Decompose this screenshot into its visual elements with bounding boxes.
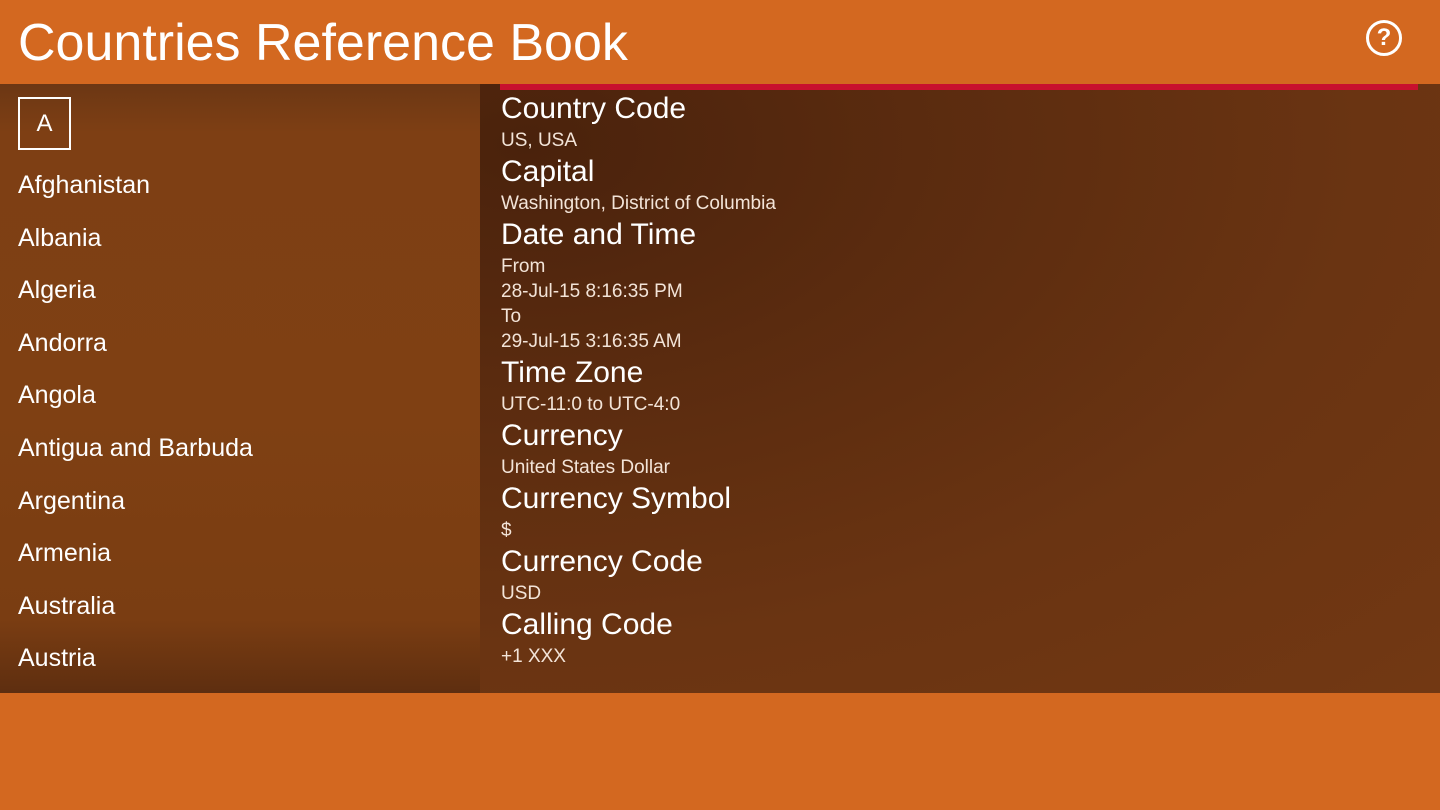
country-item[interactable]: Albania xyxy=(18,217,253,270)
country-item[interactable]: Antigua and Barbuda xyxy=(18,427,253,480)
time-zone-value: UTC-11:0 to UTC-4:0 xyxy=(501,394,681,415)
app-bar-footer xyxy=(0,693,1440,810)
date-to-label: To xyxy=(501,306,522,327)
detail-list: Country Code US, USA Capital Washington,… xyxy=(501,90,776,669)
currency-code-label: Currency Code xyxy=(501,545,703,578)
country-item[interactable]: Argentina xyxy=(18,480,253,533)
country-item[interactable]: Andorra xyxy=(18,322,253,375)
country-item[interactable]: Armenia xyxy=(18,532,253,585)
country-list-panel: A Afghanistan Albania Algeria Andorra An… xyxy=(0,84,480,693)
calling-code-value: +1 XXX xyxy=(501,646,566,667)
app-header: Countries Reference Book ? xyxy=(0,0,1440,84)
date-to-value: 29-Jul-15 3:16:35 AM xyxy=(501,331,682,352)
country-item[interactable]: Afghanistan xyxy=(18,164,253,217)
country-item[interactable]: Angola xyxy=(18,374,253,427)
letter-group-header[interactable]: A xyxy=(18,97,71,150)
capital-value: Washington, District of Columbia xyxy=(501,193,776,214)
country-code-value: US, USA xyxy=(501,130,578,151)
country-item[interactable]: Austria xyxy=(18,637,253,690)
currency-symbol-label: Currency Symbol xyxy=(501,482,732,515)
country-detail-panel: Country Code US, USA Capital Washington,… xyxy=(480,84,1440,693)
currency-symbol-value: $ xyxy=(501,520,512,541)
date-from-label: From xyxy=(501,256,546,277)
country-code-label: Country Code xyxy=(501,92,687,125)
calling-code-label: Calling Code xyxy=(501,608,673,641)
time-zone-label: Time Zone xyxy=(501,356,644,389)
currency-label: Currency xyxy=(501,419,623,452)
app-title: Countries Reference Book xyxy=(18,14,628,72)
help-button[interactable]: ? xyxy=(1366,20,1402,56)
date-time-label: Date and Time xyxy=(501,218,697,251)
help-icon: ? xyxy=(1376,24,1392,51)
country-item[interactable]: Australia xyxy=(18,585,253,638)
currency-value: United States Dollar xyxy=(501,457,670,478)
date-from-value: 28-Jul-15 8:16:35 PM xyxy=(501,281,683,302)
country-list: Afghanistan Albania Algeria Andorra Ango… xyxy=(18,164,253,690)
country-item[interactable]: Algeria xyxy=(18,269,253,322)
capital-label: Capital xyxy=(501,155,595,188)
currency-code-value: USD xyxy=(501,583,542,604)
